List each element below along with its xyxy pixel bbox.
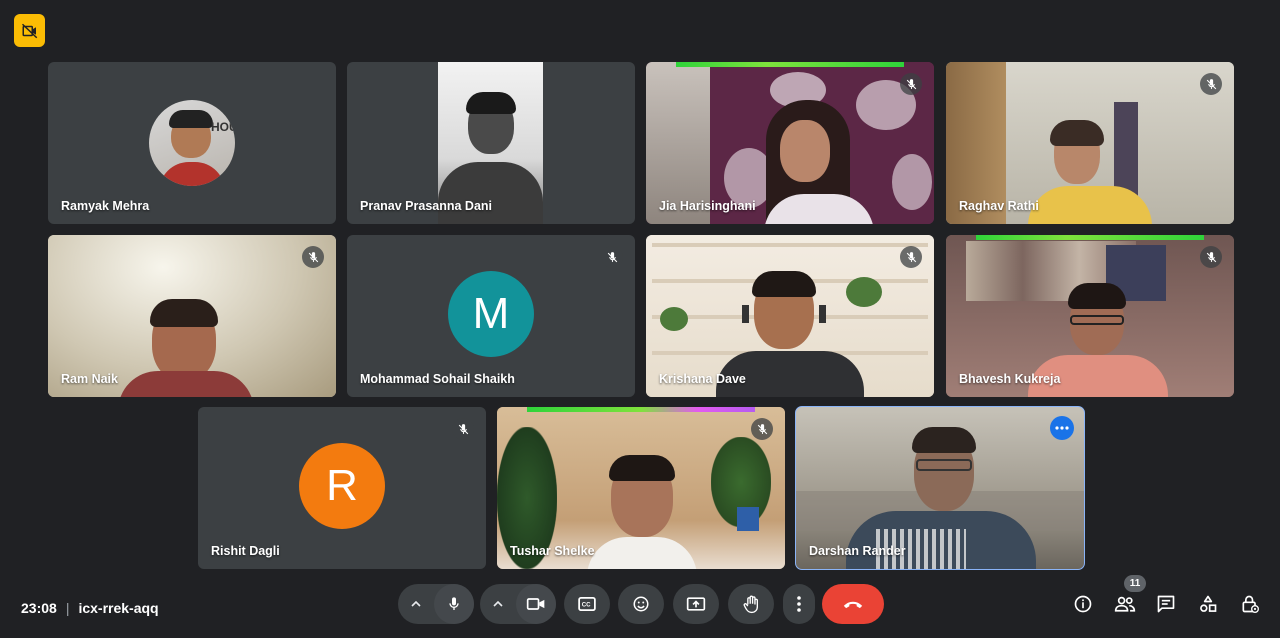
activities-button[interactable]	[1196, 592, 1220, 616]
mute-indicator	[751, 418, 773, 440]
participant-tile-tushar[interactable]: Tushar Shelke	[497, 407, 785, 569]
participant-tile-ram[interactable]: Ram Naik	[48, 235, 336, 397]
mic-button[interactable]	[434, 584, 474, 624]
meeting-time: 23:08	[21, 600, 57, 616]
mute-indicator	[1200, 73, 1222, 95]
people-icon	[1114, 596, 1136, 612]
recording-off-icon	[21, 23, 37, 38]
recording-indicator[interactable]	[14, 14, 45, 47]
host-controls-icon	[1242, 595, 1259, 613]
participant-tile-rishit[interactable]: R Rishit Dagli	[198, 407, 486, 569]
camera-icon	[526, 598, 545, 610]
reactions-button[interactable]	[618, 584, 664, 624]
more-options-button[interactable]	[783, 584, 815, 624]
chevron-up-icon	[493, 601, 503, 607]
mic-off-icon	[906, 251, 916, 262]
participant-name: Bhavesh Kukreja	[959, 372, 1061, 386]
mic-icon	[449, 597, 459, 610]
speaking-indicator	[676, 62, 904, 67]
mic-off-icon	[607, 251, 617, 262]
raise-hand-icon	[743, 595, 759, 613]
mic-off-icon	[1206, 251, 1216, 262]
participant-name: Mohammad Sohail Shaikh	[360, 372, 515, 386]
more-options-button[interactable]	[1050, 416, 1074, 440]
participant-tile-raghav[interactable]: Raghav Rathi	[946, 62, 1234, 224]
chevron-up-icon	[411, 601, 421, 607]
participant-tile-ramyak[interactable]: HOU Ramyak Mehra	[48, 62, 336, 224]
participant-tile-krishana[interactable]: Krishana Dave	[646, 235, 934, 397]
captions-button[interactable]: CC	[564, 584, 610, 624]
end-call-icon	[843, 601, 863, 609]
mute-indicator	[1200, 246, 1222, 268]
people-button[interactable]	[1113, 592, 1137, 616]
svg-text:CC: CC	[582, 602, 591, 609]
participant-name: Darshan Rander	[809, 544, 906, 558]
meeting-code: icx-rrek-aqq	[78, 600, 159, 616]
activities-icon	[1200, 595, 1217, 612]
chat-button[interactable]	[1154, 592, 1178, 616]
mic-control-group	[398, 584, 474, 624]
mic-off-icon	[757, 423, 767, 434]
mute-indicator	[900, 246, 922, 268]
mic-off-icon	[1206, 78, 1216, 89]
more-vertical-icon	[797, 596, 801, 612]
participant-name: Ramyak Mehra	[61, 199, 150, 213]
participant-name: Ram Naik	[61, 372, 118, 386]
present-button[interactable]	[673, 584, 719, 624]
mute-indicator	[601, 246, 623, 268]
host-controls-button[interactable]	[1238, 592, 1262, 616]
participant-tile-darshan[interactable]: Darshan Rander	[795, 406, 1085, 570]
mic-off-icon	[458, 423, 468, 434]
avatar: M	[448, 271, 534, 357]
participant-name: Pranav Prasanna Dani	[360, 199, 493, 213]
captions-icon: CC	[578, 597, 596, 611]
participant-tile-jia[interactable]: Jia Harisinghani	[646, 62, 934, 224]
audio-settings-button[interactable]	[404, 584, 428, 624]
emoji-icon	[633, 596, 649, 612]
video-settings-button[interactable]	[486, 584, 510, 624]
mute-indicator	[302, 246, 324, 268]
participant-name: Jia Harisinghani	[659, 199, 756, 213]
info-icon	[1074, 595, 1092, 613]
mic-off-icon	[906, 78, 916, 89]
raise-hand-button[interactable]	[728, 584, 774, 624]
leave-call-button[interactable]	[822, 584, 884, 624]
present-icon	[686, 597, 706, 611]
participant-name: Raghav Rathi	[959, 199, 1039, 213]
avatar: R	[299, 443, 385, 529]
mute-indicator	[452, 418, 474, 440]
participant-name: Krishana Dave	[659, 372, 746, 386]
chat-icon	[1157, 595, 1175, 613]
avatar: HOU	[149, 100, 235, 186]
camera-button[interactable]	[516, 584, 556, 624]
more-horizontal-icon	[1055, 426, 1069, 430]
participant-name: Tushar Shelke	[510, 544, 595, 558]
participant-name: Rishit Dagli	[211, 544, 280, 558]
participant-tile-pranav[interactable]: Pranav Prasanna Dani	[347, 62, 635, 224]
participants-count-badge: 11	[1124, 575, 1146, 592]
meeting-details-button[interactable]	[1071, 592, 1095, 616]
participant-tile-bhavesh[interactable]: Bhavesh Kukreja	[946, 235, 1234, 397]
speaking-indicator	[976, 235, 1204, 240]
mute-indicator	[900, 73, 922, 95]
speaking-indicator	[527, 407, 755, 412]
mic-off-icon	[308, 251, 318, 262]
participant-tile-mohammad[interactable]: M Mohammad Sohail Shaikh	[347, 235, 635, 397]
camera-control-group	[480, 584, 556, 624]
meeting-info: 23:08 | icx-rrek-aqq	[21, 600, 159, 616]
